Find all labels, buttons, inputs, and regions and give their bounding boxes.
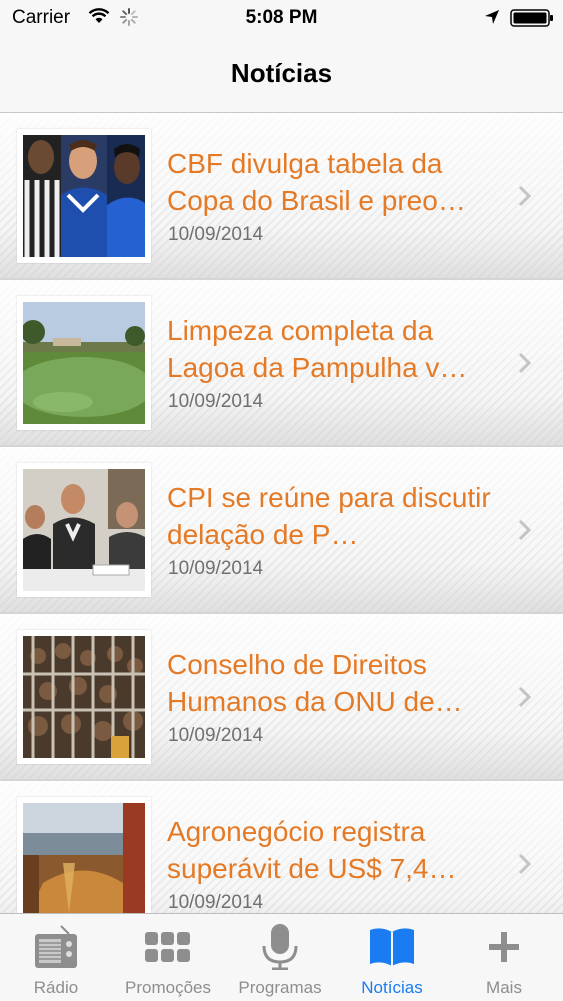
news-title: Conselho de Direitos Humanos da ONU de… — [167, 649, 463, 717]
tab-programas[interactable]: Programas — [224, 914, 336, 1001]
football-players-photo — [23, 135, 145, 257]
tab-label: Promoções — [125, 978, 211, 997]
news-date: 10/09/2014 — [168, 558, 264, 579]
meeting-photo — [23, 469, 145, 591]
chevron-right-icon — [518, 185, 532, 212]
tab-label: Rádio — [33, 978, 79, 997]
news-item[interactable]: Conselho de Direitos Humanos da ONU de… … — [0, 614, 563, 781]
news-date: 10/09/2014 — [168, 224, 264, 245]
news-date: 10/09/2014 — [168, 892, 264, 913]
news-item[interactable]: CPI se reúne para discutir delação de P…… — [0, 447, 563, 614]
battery-icon — [510, 9, 554, 33]
book-icon — [367, 924, 417, 970]
microphone-icon — [255, 924, 305, 971]
tab-noticias[interactable]: Notícias — [336, 914, 448, 1001]
news-title: CBF divulga tabela da Copa do Brasil e p… — [167, 148, 466, 216]
news-date: 10/09/2014 — [168, 725, 264, 746]
tab-promocoes[interactable]: Promoções — [112, 914, 224, 1001]
news-thumbnail — [17, 129, 151, 263]
plus-icon — [479, 924, 529, 970]
news-title: Limpeza completa da Lagoa da Pampulha v… — [167, 315, 468, 383]
tab-radio[interactable]: Rádio — [0, 914, 112, 1001]
tab-label: Notícias — [361, 978, 423, 997]
lagoon-landscape-photo — [23, 302, 145, 424]
news-title: CPI se reúne para discutir delação de P… — [167, 482, 491, 550]
status-time: 5:08 PM — [245, 7, 318, 28]
tab-bar: Rádio Promoções Programas Notícias Mais — [0, 913, 563, 1001]
news-list[interactable]: CBF divulga tabela da Copa do Brasil e p… — [0, 113, 563, 913]
news-item[interactable]: Limpeza completa da Lagoa da Pampulha v…… — [0, 280, 563, 447]
news-item[interactable]: CBF divulga tabela da Copa do Brasil e p… — [0, 113, 563, 280]
grain-ship-photo — [23, 803, 145, 913]
news-thumbnail — [17, 463, 151, 597]
grid-icon — [143, 924, 193, 970]
page-title: Notícias — [230, 58, 333, 88]
chevron-right-icon — [518, 519, 532, 546]
news-date: 10/09/2014 — [168, 391, 264, 412]
tab-label: Programas — [238, 978, 322, 997]
tab-mais[interactable]: Mais — [448, 914, 560, 1001]
news-thumbnail — [17, 630, 151, 764]
chevron-right-icon — [518, 686, 532, 713]
status-bar: Carrier 5:08 PM — [0, 0, 563, 36]
news-thumbnail — [17, 296, 151, 430]
navigation-bar: Notícias — [0, 36, 563, 113]
news-thumbnail — [17, 797, 151, 913]
location-arrow-icon — [484, 9, 500, 31]
radio-icon — [31, 924, 81, 970]
chevron-right-icon — [518, 352, 532, 379]
chevron-right-icon — [518, 853, 532, 880]
tab-label: Mais — [486, 978, 522, 997]
news-title: Agronegócio registra superávit de US$ 7,… — [167, 816, 457, 884]
prison-crowd-photo — [23, 636, 145, 758]
news-item[interactable]: Agronegócio registra superávit de US$ 7,… — [0, 781, 563, 913]
